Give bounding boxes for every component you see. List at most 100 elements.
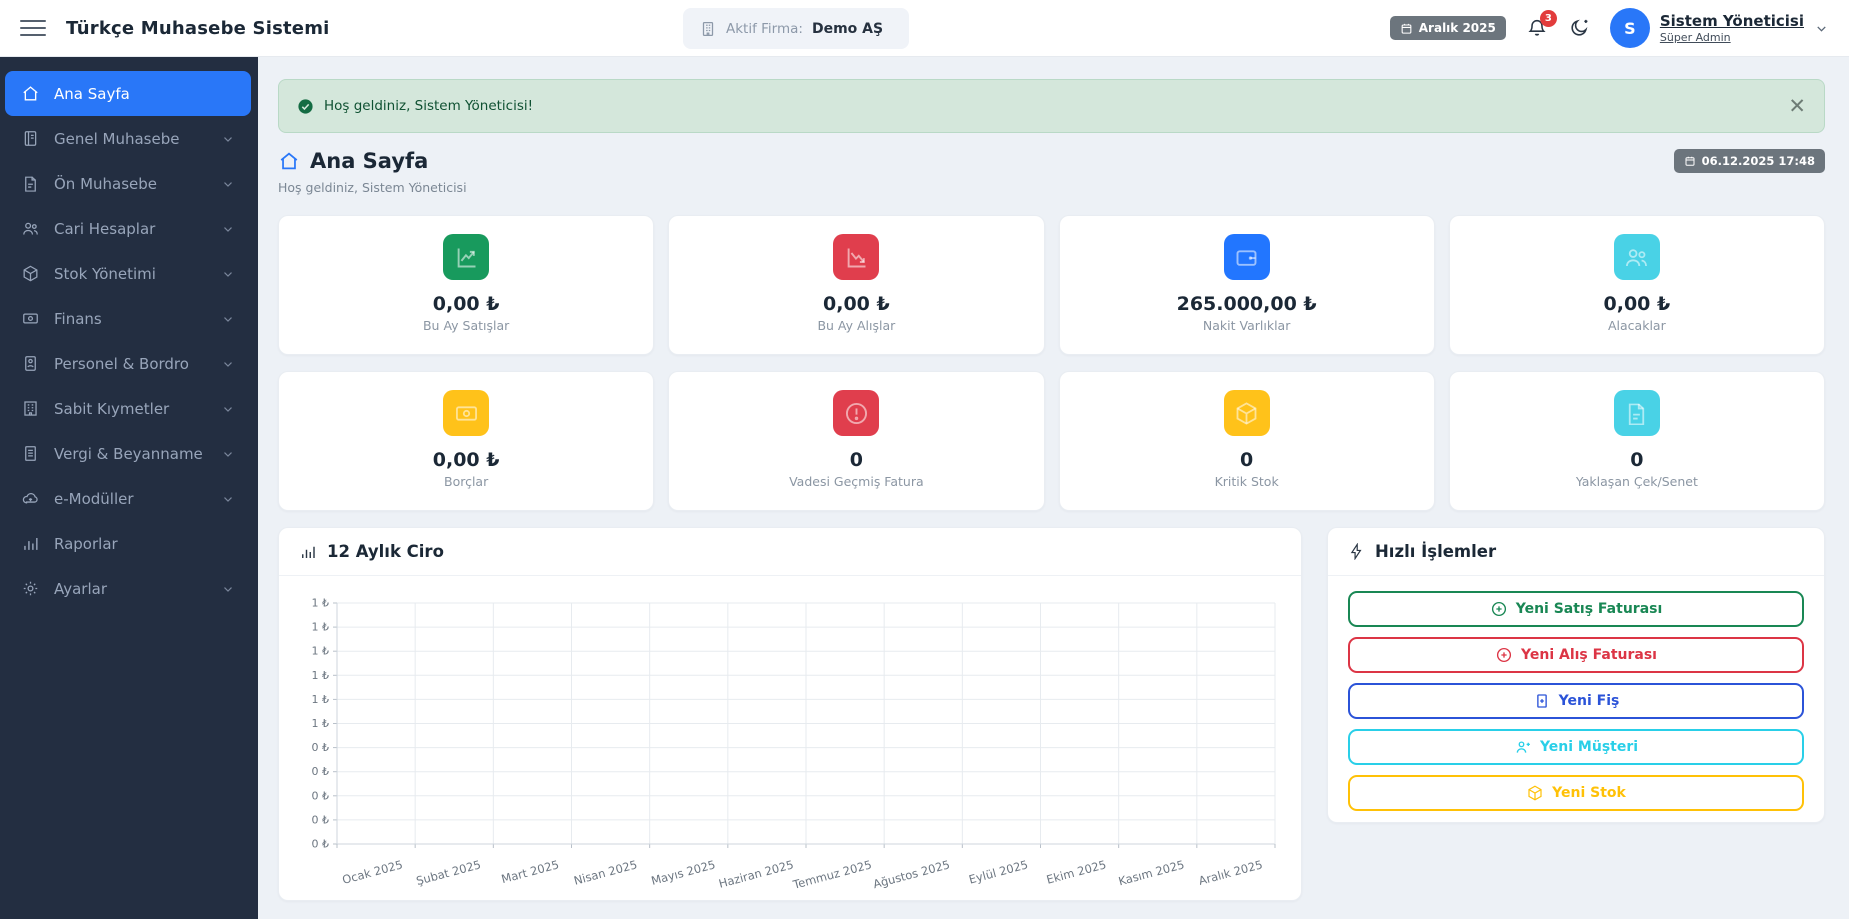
svg-text:Aralık 2025: Aralık 2025 xyxy=(1197,857,1264,888)
chevron-down-icon xyxy=(1814,21,1829,36)
file-icon xyxy=(21,174,40,193)
svg-text:Mayıs 2025: Mayıs 2025 xyxy=(650,857,717,888)
svg-text:1 ₺: 1 ₺ xyxy=(312,717,330,730)
datetime-badge: 06.12.2025 17:48 xyxy=(1673,149,1825,173)
sidebar: Ana Sayfa Genel Muhasebe Ön Muhasebe Cari H… xyxy=(0,57,258,919)
sidebar-item-label: Cari Hesaplar xyxy=(54,219,156,238)
sidebar-item-personel-bordro[interactable]: Personel & Bordro xyxy=(5,341,251,386)
sidebar-item-raporlar[interactable]: Raporlar xyxy=(5,521,251,566)
chevron-down-icon xyxy=(221,447,235,461)
stat-value: 0,00 ₺ xyxy=(432,293,500,315)
stats-row-1: 0,00 ₺ Bu Ay Satışlar 0,00 ₺ Bu Ay Alışlar 2… xyxy=(278,215,1825,355)
svg-text:Ağustos 2025: Ağustos 2025 xyxy=(872,857,952,891)
id-badge-icon xyxy=(21,354,40,373)
trend-down-icon xyxy=(833,234,880,280)
app-title: Türkçe Muhasebe Sistemi xyxy=(66,17,330,39)
file-text-icon xyxy=(21,444,40,463)
chevron-down-icon xyxy=(221,357,235,371)
plus-circle-icon xyxy=(1495,646,1513,664)
period-badge: Aralık 2025 xyxy=(1389,16,1506,40)
user-name: Sistem Yöneticisi xyxy=(1659,12,1804,31)
wallet-icon xyxy=(1223,234,1270,280)
quick-actions-title: Hızlı İşlemler xyxy=(1375,542,1497,561)
box-icon xyxy=(1526,784,1544,802)
page-title: Ana Sayfa xyxy=(310,149,429,173)
stat-card-row2-3: 0 Kritik Stok xyxy=(1058,371,1435,511)
quick-actions-panel: Hızlı İşlemler Yeni Satış Faturası Yeni A… xyxy=(1327,527,1825,823)
gear-icon xyxy=(21,579,40,598)
journal-icon xyxy=(21,129,40,148)
home-icon xyxy=(21,84,40,103)
sidebar-item-label: Personel & Bordro xyxy=(54,354,189,373)
menu-toggle-icon[interactable] xyxy=(20,16,46,40)
stat-card-row1-1: 0,00 ₺ Bu Ay Satışlar xyxy=(278,215,655,355)
yeni-alis-faturasi-button[interactable]: Yeni Alış Faturası xyxy=(1348,637,1804,673)
users-icon xyxy=(21,219,40,238)
sidebar-item-vergi-beyanname[interactable]: Vergi & Beyanname xyxy=(5,431,251,476)
box-icon xyxy=(21,264,40,283)
sidebar-item-ana-sayfa[interactable]: Ana Sayfa xyxy=(5,71,251,116)
sidebar-item-stok-yonetimi[interactable]: Stok Yönetimi xyxy=(5,251,251,296)
svg-text:Ekim 2025: Ekim 2025 xyxy=(1045,857,1108,886)
stat-value: 0,00 ₺ xyxy=(823,293,890,315)
home-icon xyxy=(278,150,300,172)
sidebar-item-label: Stok Yönetimi xyxy=(54,264,156,283)
svg-text:1 ₺: 1 ₺ xyxy=(312,597,330,610)
lightning-icon xyxy=(1348,543,1365,560)
bar-chart-icon xyxy=(21,534,40,553)
bar-chart-icon xyxy=(299,543,317,561)
active-company-label: Aktif Firma: xyxy=(726,20,803,37)
yeni-satis-faturasi-button[interactable]: Yeni Satış Faturası xyxy=(1348,591,1804,627)
close-icon[interactable]: ✕ xyxy=(1788,95,1806,117)
stat-card-row1-2: 0,00 ₺ Bu Ay Alışlar xyxy=(668,215,1045,355)
chevron-down-icon xyxy=(221,222,235,236)
sidebar-item-cari-hesaplar[interactable]: Cari Hesaplar xyxy=(5,206,251,251)
sidebar-item-label: Sabit Kıymetler xyxy=(54,399,170,418)
stat-card-row2-1: 0,00 ₺ Borçlar xyxy=(278,371,655,511)
top-bar: Türkçe Muhasebe Sistemi Aktif Firma: Dem… xyxy=(0,0,1849,57)
svg-text:0 ₺: 0 ₺ xyxy=(312,789,330,802)
welcome-alert-text: Hoş geldiniz, Sistem Yöneticisi! xyxy=(324,98,534,114)
stat-label: Bu Ay Alışlar xyxy=(817,318,896,333)
yeni-fis-button[interactable]: Yeni Fiş xyxy=(1348,683,1804,719)
stat-value: 0 xyxy=(1630,449,1644,471)
cloud-icon xyxy=(21,489,40,508)
chart-title: 12 Aylık Ciro xyxy=(327,542,444,561)
yeni-stok-button[interactable]: Yeni Stok xyxy=(1348,775,1804,811)
page-header: Ana Sayfa Hoş geldiniz, Sistem Yöneticis… xyxy=(278,149,1825,195)
file-icon xyxy=(1613,390,1660,436)
sidebar-item-sabit-kiymetler[interactable]: Sabit Kıymetler xyxy=(5,386,251,431)
svg-text:1 ₺: 1 ₺ xyxy=(312,645,330,658)
quick-action-label: Yeni Satış Faturası xyxy=(1515,601,1663,617)
sidebar-item-label: e-Modüller xyxy=(54,489,134,508)
yeni-musteri-button[interactable]: Yeni Müşteri xyxy=(1348,729,1804,765)
stat-value: 265.000,00 ₺ xyxy=(1176,293,1317,315)
chevron-down-icon xyxy=(221,402,235,416)
main-content: Hoş geldiniz, Sistem Yöneticisi! ✕ Ana S… xyxy=(258,57,1849,919)
active-company-selector[interactable]: Aktif Firma: Demo AŞ xyxy=(683,8,910,49)
stat-value: 0,00 ₺ xyxy=(1603,293,1671,315)
quick-action-label: Yeni Alış Faturası xyxy=(1521,647,1657,663)
sidebar-item-finans[interactable]: Finans xyxy=(5,296,251,341)
chevron-down-icon xyxy=(221,492,235,506)
sidebar-item-e-moduller[interactable]: e-Modüller xyxy=(5,476,251,521)
svg-text:Mart 2025: Mart 2025 xyxy=(500,857,561,886)
svg-text:Haziran 2025: Haziran 2025 xyxy=(717,857,795,890)
svg-text:Eylül 2025: Eylül 2025 xyxy=(967,857,1029,886)
notification-count-badge: 3 xyxy=(1539,10,1557,27)
notifications-button[interactable]: 3 xyxy=(1526,10,1557,39)
svg-text:1 ₺: 1 ₺ xyxy=(312,693,330,706)
svg-text:Ocak 2025: Ocak 2025 xyxy=(341,857,405,887)
svg-text:0 ₺: 0 ₺ xyxy=(312,838,330,851)
stats-row-2: 0,00 ₺ Borçlar 0 Vadesi Geçmiş Fatura 0 Kriti… xyxy=(278,371,1825,511)
svg-text:Nisan 2025: Nisan 2025 xyxy=(572,857,638,887)
revenue-chart: 1 ₺ 1 ₺ 1 ₺ 1 ₺ 1 ₺ 1 ₺ 0 ₺ 0 ₺ 0 ₺ 0 ₺ 0 ₺ Ocak 20… xyxy=(312,597,1276,892)
building-icon xyxy=(21,399,40,418)
sidebar-item-genel-muhasebe[interactable]: Genel Muhasebe xyxy=(5,116,251,161)
svg-text:0 ₺: 0 ₺ xyxy=(312,813,330,826)
chevron-down-icon xyxy=(221,267,235,281)
sidebar-item-on-muhasebe[interactable]: Ön Muhasebe xyxy=(5,161,251,206)
user-menu[interactable]: S Sistem Yöneticisi Süper Admin xyxy=(1609,8,1829,48)
dark-mode-toggle[interactable] xyxy=(1568,17,1590,39)
sidebar-item-ayarlar[interactable]: Ayarlar xyxy=(5,566,251,611)
